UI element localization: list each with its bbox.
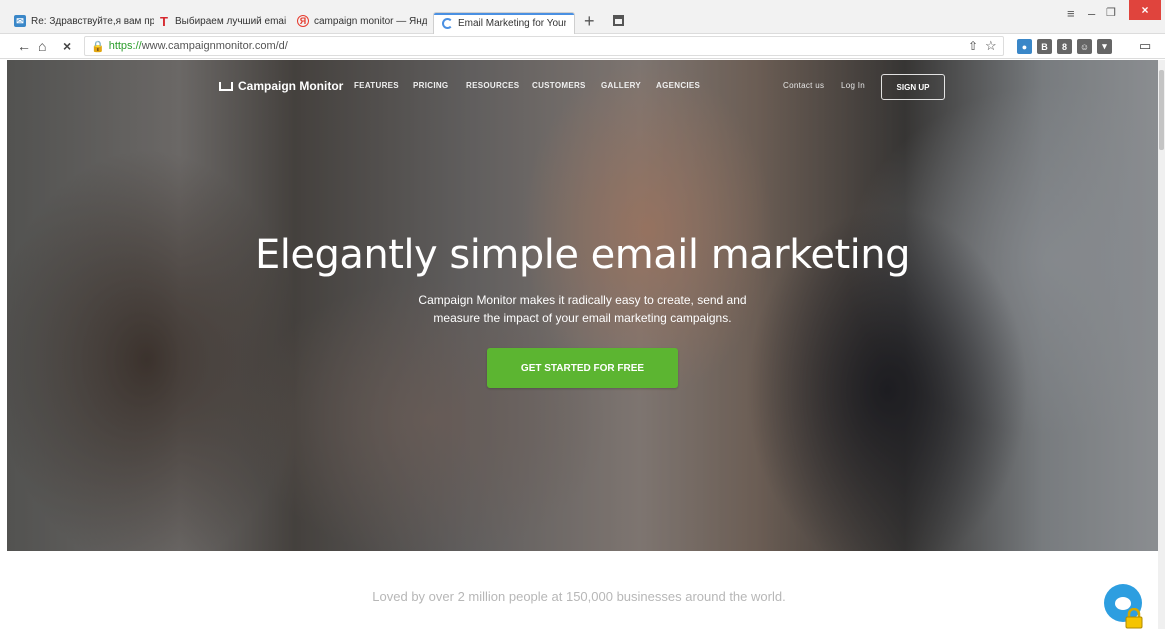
nav-gallery[interactable]: GALLERY [601,81,641,90]
sign-up-button[interactable]: SIGN UP [881,74,945,100]
new-tab-button[interactable]: + [584,12,595,30]
scrollbar-thumb[interactable] [1159,70,1164,150]
get-started-button[interactable]: GET STARTED FOR FREE [487,348,678,388]
tab-list-icon[interactable] [613,15,624,26]
comment-icon[interactable]: ▭ [1139,38,1151,54]
extension-icon[interactable]: ● [1017,39,1032,54]
hero-subheadline: Campaign Monitor makes it radically easy… [7,291,1158,327]
nav-customers[interactable]: CUSTOMERS [532,81,586,90]
hero-sub-line-1: Campaign Monitor makes it radically easy… [418,293,747,307]
browser-tab-2[interactable]: T Выбираем лучший email-се [158,10,286,32]
browser-address-bar: ← ⌂ × 🔒 https:// www.campaignmonitor.com… [0,34,1165,59]
mail-icon: ✉ [14,15,26,27]
browser-tab-1[interactable]: ✉ Re: Здравствуйте,я вам прис [14,10,154,32]
url-protocol: https:// [108,40,142,52]
extension-face-icon[interactable]: ☺ [1077,39,1092,54]
lock-icon [1125,608,1143,629]
hero-headline: Elegantly simple email marketing [254,232,911,278]
tab-title: campaign monitor — Яндекс [314,15,427,27]
url-field[interactable]: 🔒 https:// www.campaignmonitor.com/d/ [84,36,1004,56]
nav-agencies[interactable]: AGENCIES [656,81,700,90]
brand-logo[interactable]: Campaign Monitor [219,79,343,93]
browser-tab-3[interactable]: Я campaign monitor — Яндекс [297,10,427,32]
site-nav: Campaign Monitor FEATURES PRICING RESOUR… [7,60,1158,120]
close-window-button[interactable]: × [1129,0,1161,20]
url-path: www.campaignmonitor.com/d/ [141,40,288,52]
bookmark-star-icon[interactable]: ☆ [985,38,997,54]
home-icon[interactable]: ⌂ [38,38,46,54]
tab-title: Email Marketing for Your Bu [458,18,566,29]
social-proof-tagline: Loved by over 2 million people at 150,00… [372,589,786,604]
browser-tab-bar: ✉ Re: Здравствуйте,я вам прис T Выбираем… [0,0,1165,34]
nav-resources[interactable]: RESOURCES [466,81,519,90]
share-icon[interactable]: ⇧ [968,38,978,54]
yandex-icon: Я [297,15,309,27]
padlock-icon: 🔒 [91,40,105,53]
extension-pocket-icon[interactable]: ▾ [1097,39,1112,54]
extension-8-icon[interactable]: 8 [1057,39,1072,54]
tab-title: Выбираем лучший email-се [175,15,286,27]
envelope-icon [219,81,233,91]
nav-features[interactable]: FEATURES [354,81,399,90]
nav-log-in[interactable]: Log In [841,81,865,90]
hero-sub-line-2: measure the impact of your email marketi… [433,311,732,325]
minimize-icon[interactable]: – [1088,6,1095,21]
tab-title: Re: Здравствуйте,я вам прис [31,15,154,27]
stop-icon[interactable]: × [63,38,71,54]
restore-icon[interactable]: ❐ [1106,6,1116,19]
extension-b-icon[interactable]: B [1037,39,1052,54]
nav-pricing[interactable]: PRICING [413,81,448,90]
back-arrow-icon[interactable]: ← [17,38,31,54]
nav-contact-us[interactable]: Contact us [783,81,824,90]
brand-name: Campaign Monitor [238,79,344,93]
browser-tab-active[interactable]: Email Marketing for Your Bu [433,12,575,34]
page-scrollbar[interactable] [1158,60,1165,629]
t-icon: T [160,13,168,29]
menu-icon[interactable]: ≡ [1067,6,1075,21]
hero-section: Campaign Monitor FEATURES PRICING RESOUR… [7,60,1158,551]
loading-icon [442,18,453,29]
